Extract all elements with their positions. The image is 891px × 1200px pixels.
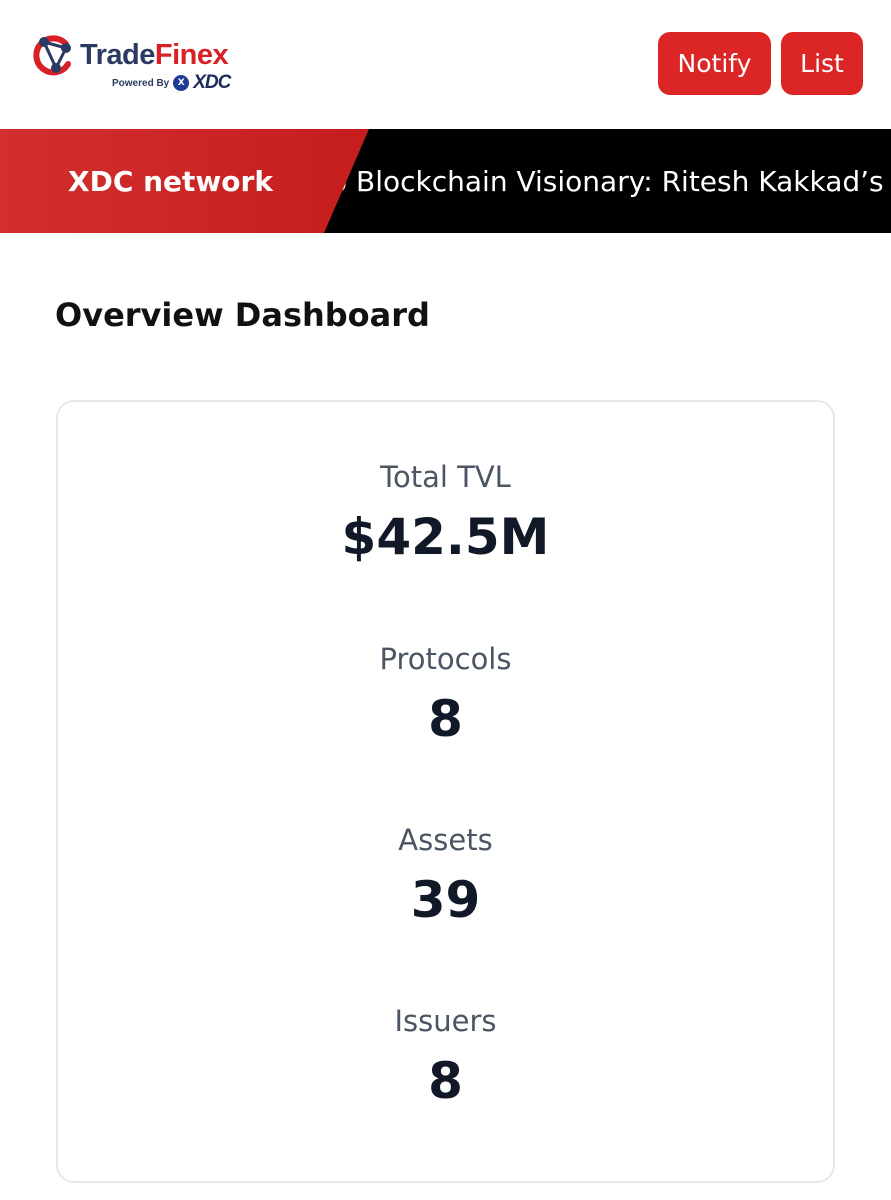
powered-by-xdc: Powered By X XDC: [112, 72, 231, 93]
site-header: TradeFinex Powered By X XDC Notify List: [0, 0, 891, 129]
list-button[interactable]: List: [781, 32, 863, 95]
stat-value: 39: [410, 871, 481, 929]
ticker-label: XDC network: [68, 164, 273, 198]
logo-wordmark-finex: Finex: [154, 39, 229, 71]
notify-button[interactable]: Notify: [658, 32, 771, 95]
stat-label: Issuers: [394, 1004, 497, 1038]
stat-assets: Assets 39: [58, 823, 833, 929]
stat-label: Assets: [398, 823, 493, 857]
tradefinex-logo[interactable]: TradeFinex Powered By X XDC: [26, 34, 256, 98]
overview-stats-card: Total TVL $42.5M Protocols 8 Assets 39 I…: [56, 400, 835, 1183]
stat-issuers: Issuers 8: [58, 1004, 833, 1110]
xdc-network-icon: X: [173, 75, 190, 91]
logo-wordmark: TradeFinex: [80, 38, 229, 72]
tradefinex-logo-mark-icon: [33, 35, 71, 76]
page-title: Overview Dashboard: [55, 296, 430, 334]
powered-by-text: Powered By: [112, 77, 170, 89]
stat-label: Protocols: [379, 642, 512, 676]
stat-value: 8: [428, 690, 463, 748]
stat-value: $42.5M: [341, 508, 550, 566]
xdc-wordmark: XDC: [193, 72, 231, 93]
logo-wordmark-trade: Trade: [80, 39, 155, 71]
stat-value: 8: [428, 1052, 463, 1110]
ticker-headline[interactable]: o Blockchain Visionary: Ritesh Kakkad’s: [330, 129, 884, 233]
stat-protocols: Protocols 8: [58, 642, 833, 748]
stat-total-tvl: Total TVL $42.5M: [58, 460, 833, 566]
news-ticker[interactable]: XDC network o Blockchain Visionary: Rite…: [0, 129, 891, 233]
stat-label: Total TVL: [380, 460, 511, 494]
